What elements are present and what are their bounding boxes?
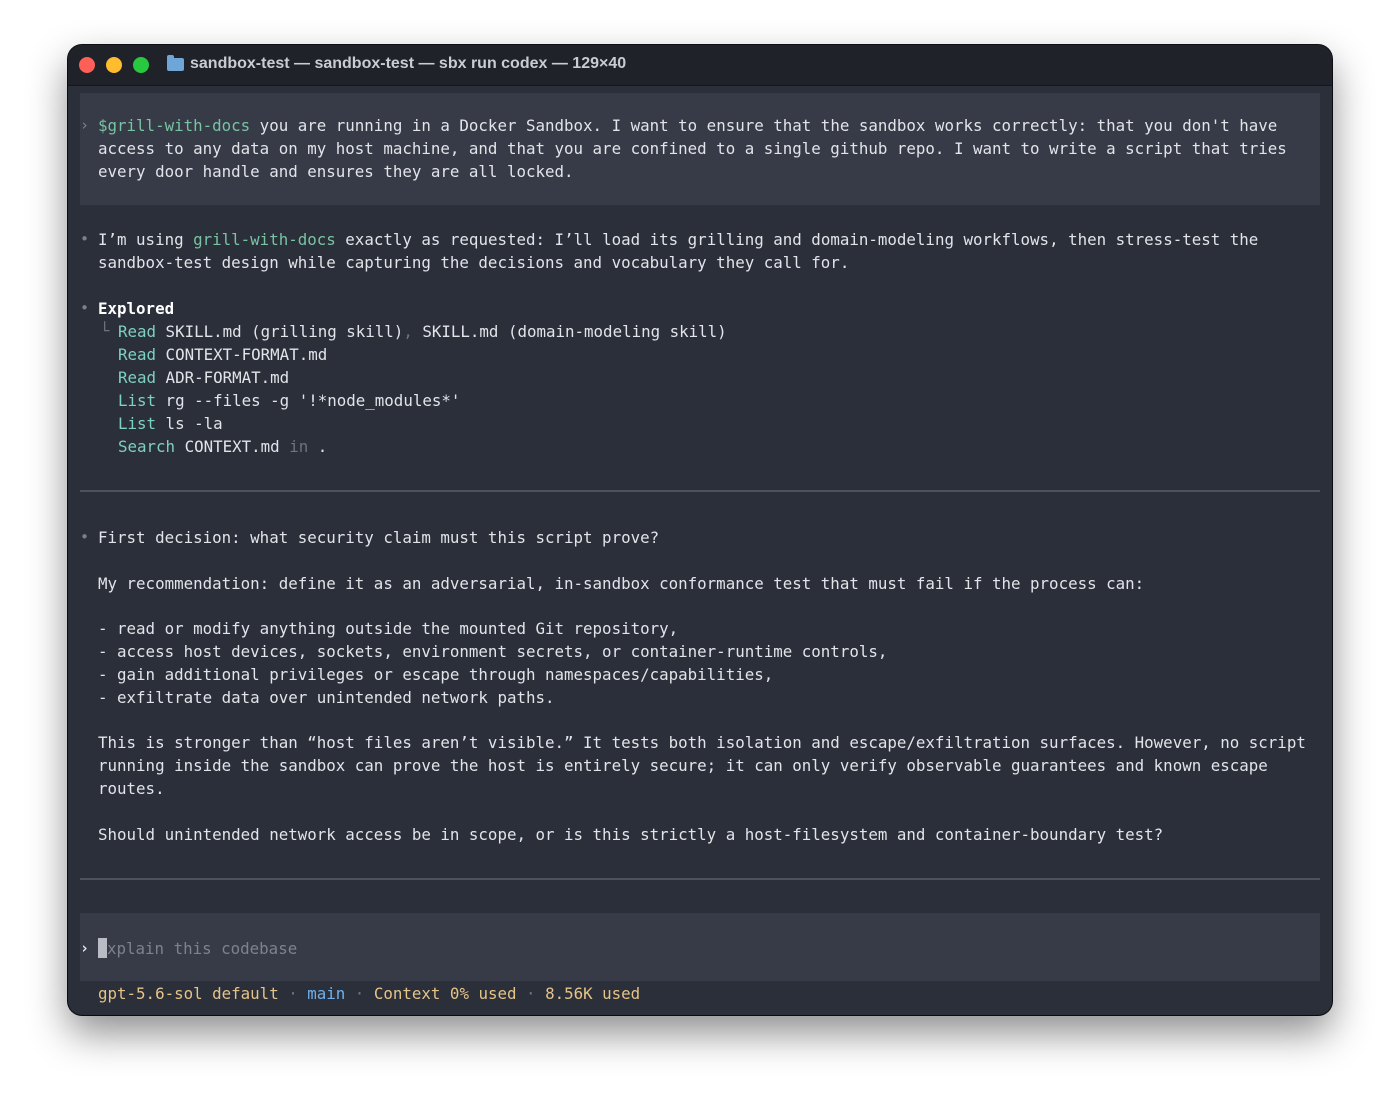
skill-mention: $grill-with-docs (98, 116, 251, 135)
list-item: - read or modify anything outside the mo… (98, 619, 679, 638)
input-placeholder: xplain this codebase (107, 939, 298, 958)
context-usage: Context 0% used (373, 984, 517, 1003)
terminal-window: sandbox-test — sandbox-test — sbx run co… (68, 45, 1332, 1015)
explored-row: Search CONTEXT.md in . (118, 437, 328, 456)
tree-connector: └ (100, 321, 110, 340)
explored-row: Read CONTEXT-FORMAT.md (118, 345, 328, 364)
prompt-line-3: every door handle and ensures they are a… (98, 162, 574, 181)
reply-bullet: • (80, 230, 90, 248)
text-cursor (98, 938, 107, 958)
list-item: - gain additional privileges or escape t… (98, 665, 774, 684)
status-bar: gpt-5.6-sol default · main · Context 0% … (98, 984, 641, 1003)
list-item: - exfiltrate data over unintended networ… (98, 688, 555, 707)
window-title: sandbox-test — sandbox-test — sbx run co… (190, 55, 627, 72)
prompt-line-2: access to any data on my host machine, a… (98, 139, 1287, 158)
close-button[interactable] (79, 57, 95, 73)
zoom-button[interactable] (133, 57, 149, 73)
explored-heading: Explored (98, 299, 175, 318)
prompt-marker: › (80, 116, 90, 134)
token-usage: 8.56K used (545, 984, 641, 1003)
explored-row: Read ADR-FORMAT.md (118, 368, 290, 387)
reply-line-1: I’m using grill-with-docs exactly as req… (98, 230, 1259, 249)
explored-row: Read SKILL.md (grilling skill), SKILL.md… (118, 322, 727, 341)
skill-name: grill-with-docs (193, 230, 336, 249)
folder-icon (167, 55, 184, 71)
minimize-button[interactable] (106, 57, 122, 73)
reply-line: First decision: what security claim must… (98, 528, 660, 547)
divider (80, 878, 1320, 880)
input-marker: › (80, 939, 90, 957)
divider (80, 490, 1320, 492)
model-label: gpt-5.6-sol default (98, 984, 279, 1003)
explored-row: List rg --files -g '!*node_modules*' (118, 391, 461, 410)
reply-bullet: • (80, 528, 90, 546)
reply-line-2: sandbox-test design while capturing the … (98, 253, 850, 272)
prompt-line-1: $grill-with-docs you are running in a Do… (98, 116, 1278, 135)
composer-field[interactable]: xplain this codebase (98, 937, 297, 960)
reply-line: My recommendation: define it as an adver… (98, 574, 1145, 593)
title-bar: sandbox-test — sandbox-test — sbx run co… (68, 45, 1332, 86)
explored-bullet: • (80, 299, 90, 317)
reply-line: This is stronger than “host files aren’t… (98, 733, 1306, 752)
reply-question: Should unintended network access be in s… (98, 825, 1164, 844)
explored-row: List ls -la (118, 414, 223, 433)
list-item: - access host devices, sockets, environm… (98, 642, 888, 661)
reply-line: running inside the sandbox can prove the… (98, 756, 1268, 775)
reply-line: routes. (98, 779, 165, 798)
branch-label: main (307, 984, 346, 1003)
